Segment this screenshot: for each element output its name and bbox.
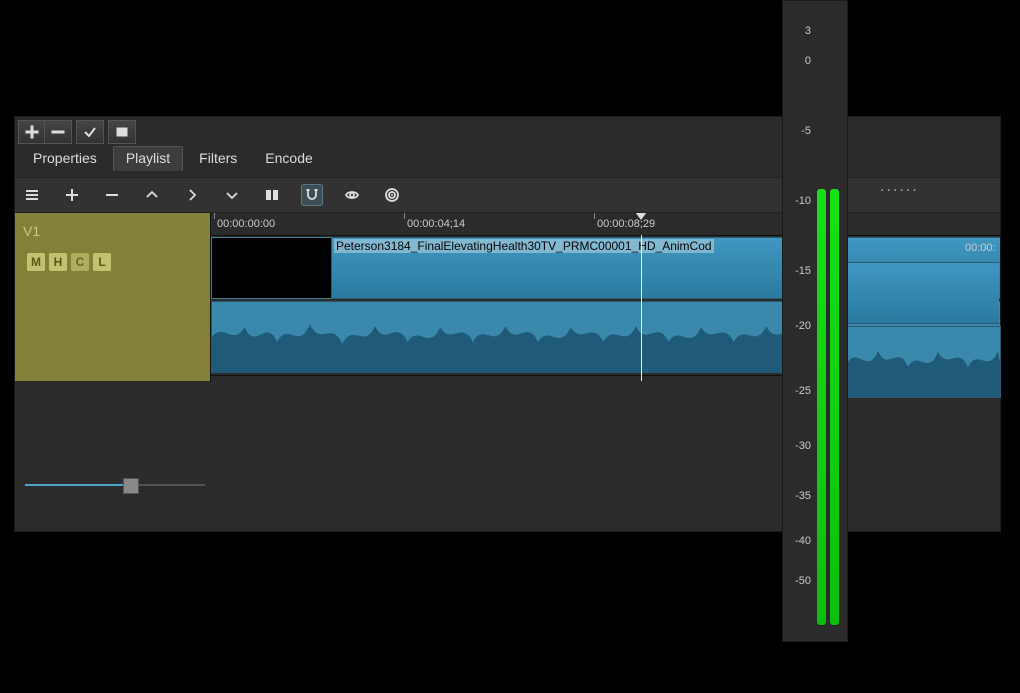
ruler-tick: 00:00:00:00: [217, 218, 275, 230]
tab-filters[interactable]: Filters: [187, 147, 249, 170]
ripple-button[interactable]: [381, 184, 403, 206]
tab-encode[interactable]: Encode: [253, 147, 324, 170]
timeline-up-button[interactable]: [141, 184, 163, 206]
add-remove-pair: [18, 120, 72, 144]
meter-label: -40: [795, 535, 811, 547]
chevron-right-icon: [184, 187, 200, 203]
meter-bars: [817, 189, 839, 625]
zoom-slider-handle[interactable]: [123, 478, 139, 494]
timeline-right-button[interactable]: [181, 184, 203, 206]
chevron-up-icon: [144, 187, 160, 203]
audio-peak-meter[interactable]: 3 0 -5 -10 -15 -20 -25 -30 -35 -40 -50: [782, 0, 848, 642]
tab-playlist[interactable]: Playlist: [113, 146, 183, 171]
split-icon: [264, 187, 280, 203]
track-toggle-lock[interactable]: L: [93, 253, 111, 271]
ruler-tick: 00:00:04;14: [407, 218, 465, 230]
snap-button[interactable]: [301, 184, 323, 206]
meter-label: -50: [795, 575, 811, 587]
ruler-tick: 00:00:: [965, 242, 996, 254]
playhead-caret[interactable]: [635, 213, 647, 220]
panel-menu-button[interactable]: [109, 121, 135, 143]
track-toggle-composite[interactable]: C: [71, 253, 89, 271]
timeline-ruler[interactable]: 00:00:00:00 00:00:04;14 00:00:08;29: [211, 213, 1000, 236]
tab-properties[interactable]: Properties: [21, 147, 109, 170]
track-toggles: M H C L: [27, 253, 111, 271]
toolbar-overflow-ellipsis: ......: [880, 178, 919, 196]
clip-title: Peterson3184_FinalElevatingHealth30TV_PR…: [334, 239, 714, 253]
timeline-zoom-slider[interactable]: [25, 475, 205, 495]
meter-bar-left: [817, 189, 826, 625]
meter-label: -35: [795, 490, 811, 502]
apply-button-wrapper: [76, 120, 104, 144]
chevron-down-icon: [224, 187, 240, 203]
menu-icon: [115, 125, 129, 139]
remove-button[interactable]: [45, 121, 71, 143]
split-button[interactable]: [261, 184, 283, 206]
target-icon: [384, 187, 400, 203]
timeline-add-button[interactable]: [61, 184, 83, 206]
plus-icon: [25, 125, 39, 139]
panel-tabs: Properties Playlist Filters Encode: [15, 144, 1000, 171]
meter-label: -20: [795, 320, 811, 332]
meter-label: -5: [801, 125, 811, 137]
panel-top-buttons: [15, 117, 1000, 144]
playhead[interactable]: [641, 235, 642, 381]
plus-icon: [64, 187, 80, 203]
add-button[interactable]: [19, 121, 45, 143]
track-name-label: V1: [23, 223, 40, 239]
meter-bar-right: [830, 189, 839, 625]
clip-audio-right-fragment[interactable]: [847, 326, 1001, 398]
menu-icon: [24, 187, 40, 203]
minus-icon: [51, 125, 65, 139]
timeline-remove-button[interactable]: [101, 184, 123, 206]
meter-label: 3: [805, 25, 811, 37]
zoom-slider-fill: [25, 484, 123, 486]
apply-button[interactable]: [77, 121, 103, 143]
clip-video-right-fragment[interactable]: [847, 262, 999, 324]
minus-icon: [104, 187, 120, 203]
timeline-down-button[interactable]: [221, 184, 243, 206]
meter-label: -15: [795, 265, 811, 277]
eye-icon: [344, 187, 360, 203]
editor-panel: Properties Playlist Filters Encode: [14, 116, 1001, 532]
track-toggle-mute[interactable]: M: [27, 253, 45, 271]
meter-label: -30: [795, 440, 811, 452]
meter-scale: 3 0 -5 -10 -15 -20 -25 -30 -35 -40 -50: [785, 1, 815, 641]
magnet-icon: [304, 187, 320, 203]
scrub-button[interactable]: [341, 184, 363, 206]
meter-label: 0: [805, 55, 811, 67]
track-head-v1[interactable]: V1 M H C L: [15, 213, 211, 381]
menu-button-wrapper: [108, 120, 136, 144]
clip-black[interactable]: [211, 237, 333, 299]
timeline-menu-button[interactable]: [21, 184, 43, 206]
timeline-toolbar: [15, 177, 1000, 213]
track-toggle-hide[interactable]: H: [49, 253, 67, 271]
meter-label: -10: [795, 195, 811, 207]
check-icon: [83, 125, 97, 139]
waveform-icon: [848, 327, 1000, 397]
meter-label: -25: [795, 385, 811, 397]
